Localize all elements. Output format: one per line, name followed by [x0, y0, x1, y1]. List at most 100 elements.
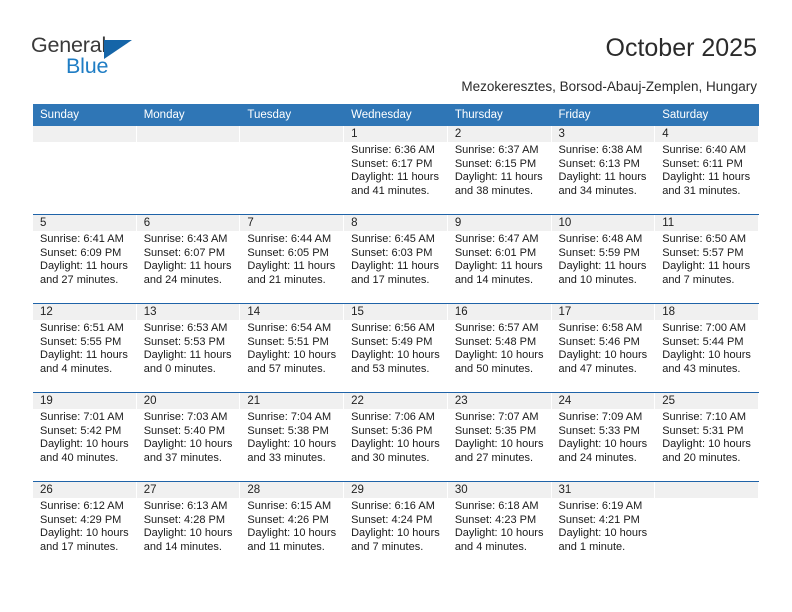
calendar-day-cell[interactable]: 6 Sunrise: 6:43 AM Sunset: 6:07 PM Daylight…	[136, 214, 241, 304]
day-number: 10	[551, 215, 656, 231]
calendar-day-cell[interactable]: 4 Sunrise: 6:40 AM Sunset: 6:11 PM Daylight…	[655, 126, 759, 215]
day-sun-info: Sunrise: 6:16 AM Sunset: 4:24 PM Daylight:…	[344, 498, 448, 554]
sunset-text: Sunset: 5:35 PM	[454, 424, 537, 437]
calendar-day-cell[interactable]: 12 Sunrise: 6:51 AM Sunset: 5:55 PM Dayligh…	[33, 303, 137, 393]
day-sun-info: Sunrise: 6:58 AM Sunset: 5:46 PM Daylight:…	[552, 320, 656, 376]
generalblue-logo[interactable]: General Blue	[31, 33, 161, 85]
sunrise-text: Sunrise: 6:54 AM	[247, 322, 332, 334]
calendar-day-cell[interactable]: 21 Sunrise: 7:04 AM Sunset: 5:38 PM Dayligh…	[240, 392, 345, 482]
calendar-day-cell[interactable]: 16 Sunrise: 6:57 AM Sunset: 5:48 PM Dayligh…	[447, 303, 552, 393]
day-box: 23 Sunrise: 7:07 AM Sunset: 5:35 PM Dayligh…	[447, 393, 552, 481]
sunrise-text: Sunrise: 7:10 AM	[662, 411, 746, 423]
calendar-day-cell[interactable]: 2 Sunrise: 6:37 AM Sunset: 6:15 PM Daylight…	[447, 126, 552, 215]
calendar-day-cell[interactable]: 22 Sunrise: 7:06 AM Sunset: 5:36 PM Dayligh…	[344, 392, 448, 482]
sunset-text: Sunset: 5:40 PM	[143, 424, 226, 437]
day-box: 2 Sunrise: 6:37 AM Sunset: 6:15 PM Daylight…	[447, 126, 552, 214]
day-number: 23	[447, 393, 552, 409]
calendar-body: 1 Sunrise: 6:36 AM Sunset: 6:17 PM Daylight…	[33, 126, 759, 570]
day-number: 6	[136, 215, 241, 231]
page-title: October 2025	[605, 34, 758, 62]
day-number: 19	[33, 393, 137, 409]
day-sun-info: Sunrise: 6:36 AM Sunset: 6:17 PM Daylight:…	[344, 142, 448, 198]
day-sun-info: Sunrise: 6:45 AM Sunset: 6:03 PM Daylight:…	[344, 231, 448, 287]
calendar-week-row: 26 Sunrise: 6:12 AM Sunset: 4:29 PM Dayligh…	[33, 481, 759, 570]
day-number: 26	[33, 482, 137, 498]
day-box	[655, 482, 759, 570]
daylight-text-line1: Daylight: 10 hours	[351, 349, 440, 362]
sunset-text: Sunset: 6:03 PM	[351, 246, 433, 259]
sunset-text: Sunset: 6:07 PM	[143, 246, 226, 259]
calendar-day-cell[interactable]: 8 Sunrise: 6:45 AM Sunset: 6:03 PM Daylight…	[344, 214, 448, 304]
day-number	[136, 126, 241, 142]
sunset-text: Sunset: 6:09 PM	[40, 246, 122, 259]
daylight-text-line2: and 40 minutes.	[40, 451, 119, 464]
day-number: 20	[136, 393, 241, 409]
calendar-day-cell[interactable]: 5 Sunrise: 6:41 AM Sunset: 6:09 PM Daylight…	[33, 214, 137, 304]
sunset-text: Sunset: 5:44 PM	[662, 335, 744, 348]
calendar-day-cell[interactable]: 31 Sunrise: 6:19 AM Sunset: 4:21 PM Dayligh…	[551, 481, 656, 570]
sunset-text: Sunset: 6:15 PM	[454, 157, 537, 170]
daylight-text-line1: Daylight: 11 hours	[558, 171, 647, 184]
sunrise-text: Sunrise: 7:07 AM	[454, 411, 539, 423]
calendar-day-cell[interactable]: 30 Sunrise: 6:18 AM Sunset: 4:23 PM Dayligh…	[447, 481, 552, 570]
daylight-text-line1: Daylight: 10 hours	[247, 438, 337, 451]
day-box	[240, 126, 345, 214]
calendar-day-cell[interactable]: 7 Sunrise: 6:44 AM Sunset: 6:05 PM Daylight…	[240, 214, 345, 304]
day-box: 28 Sunrise: 6:15 AM Sunset: 4:26 PM Dayligh…	[240, 482, 345, 570]
calendar-day-cell[interactable]: 3 Sunrise: 6:38 AM Sunset: 6:13 PM Daylight…	[551, 126, 656, 215]
logo-text-blue: Blue	[66, 54, 109, 78]
daylight-text-line1: Daylight: 10 hours	[454, 349, 544, 362]
day-box: 21 Sunrise: 7:04 AM Sunset: 5:38 PM Dayligh…	[240, 393, 345, 481]
calendar-day-cell[interactable]: 20 Sunrise: 7:03 AM Sunset: 5:40 PM Dayligh…	[136, 392, 241, 482]
calendar-day-cell[interactable]: 29 Sunrise: 6:16 AM Sunset: 4:24 PM Dayligh…	[344, 481, 448, 570]
weekday-header-friday: Friday	[551, 104, 656, 126]
daylight-text-line1: Daylight: 11 hours	[351, 260, 439, 273]
calendar-day-cell[interactable]: 25 Sunrise: 7:10 AM Sunset: 5:31 PM Dayligh…	[655, 392, 759, 482]
day-box: 31 Sunrise: 6:19 AM Sunset: 4:21 PM Dayligh…	[551, 482, 656, 570]
calendar-day-cell[interactable]: 13 Sunrise: 6:53 AM Sunset: 5:53 PM Dayligh…	[136, 303, 241, 393]
day-number: 13	[136, 304, 241, 320]
daylight-text-line2: and 41 minutes.	[351, 184, 430, 197]
daylight-text-line1: Daylight: 10 hours	[558, 349, 648, 362]
sunrise-text: Sunrise: 6:12 AM	[40, 500, 124, 512]
day-number: 17	[551, 304, 656, 320]
sunrise-text: Sunrise: 6:43 AM	[143, 233, 228, 245]
day-box: 19 Sunrise: 7:01 AM Sunset: 5:42 PM Dayligh…	[33, 393, 137, 481]
calendar-day-cell[interactable]: 24 Sunrise: 7:09 AM Sunset: 5:33 PM Dayligh…	[551, 392, 656, 482]
day-box: 3 Sunrise: 6:38 AM Sunset: 6:13 PM Daylight…	[551, 126, 656, 214]
calendar-day-cell[interactable]: 23 Sunrise: 7:07 AM Sunset: 5:35 PM Dayligh…	[447, 392, 552, 482]
calendar-day-cell[interactable]: 15 Sunrise: 6:56 AM Sunset: 5:49 PM Dayligh…	[344, 303, 448, 393]
daylight-text-line2: and 27 minutes.	[454, 451, 534, 464]
day-number: 12	[33, 304, 137, 320]
calendar-day-cell[interactable]: 27 Sunrise: 6:13 AM Sunset: 4:28 PM Dayligh…	[136, 481, 241, 570]
day-number: 3	[551, 126, 656, 142]
daylight-text-line1: Daylight: 11 hours	[351, 171, 439, 184]
calendar-day-cell[interactable]: 28 Sunrise: 6:15 AM Sunset: 4:26 PM Dayligh…	[240, 481, 345, 570]
day-sun-info: Sunrise: 6:15 AM Sunset: 4:26 PM Daylight:…	[240, 498, 344, 554]
daylight-text-line2: and 53 minutes.	[351, 362, 430, 375]
calendar-day-cell[interactable]: 17 Sunrise: 6:58 AM Sunset: 5:46 PM Dayligh…	[551, 303, 656, 393]
sunrise-text: Sunrise: 7:00 AM	[662, 322, 746, 334]
daylight-text-line1: Daylight: 10 hours	[247, 527, 337, 540]
calendar-day-cell[interactable]: 1 Sunrise: 6:36 AM Sunset: 6:17 PM Daylight…	[344, 126, 448, 215]
calendar-day-cell[interactable]: 18 Sunrise: 7:00 AM Sunset: 5:44 PM Dayligh…	[655, 303, 759, 393]
sunrise-text: Sunrise: 6:57 AM	[454, 322, 539, 334]
day-number: 25	[655, 393, 759, 409]
day-number: 18	[655, 304, 759, 320]
day-box: 18 Sunrise: 7:00 AM Sunset: 5:44 PM Dayligh…	[655, 304, 759, 392]
day-sun-info: Sunrise: 7:09 AM Sunset: 5:33 PM Daylight:…	[552, 409, 656, 465]
daylight-text-line1: Daylight: 10 hours	[558, 527, 648, 540]
daylight-text-line2: and 7 minutes.	[351, 540, 424, 553]
calendar-day-cell-empty	[655, 481, 759, 570]
calendar-week-row: 19 Sunrise: 7:01 AM Sunset: 5:42 PM Dayligh…	[33, 392, 759, 482]
calendar-day-cell[interactable]: 26 Sunrise: 6:12 AM Sunset: 4:29 PM Dayligh…	[33, 481, 137, 570]
calendar-day-cell[interactable]: 14 Sunrise: 6:54 AM Sunset: 5:51 PM Dayligh…	[240, 303, 345, 393]
day-number: 4	[655, 126, 759, 142]
calendar-day-cell[interactable]: 11 Sunrise: 6:50 AM Sunset: 5:57 PM Dayligh…	[655, 214, 759, 304]
calendar-day-cell[interactable]: 10 Sunrise: 6:48 AM Sunset: 5:59 PM Dayligh…	[551, 214, 656, 304]
sunset-text: Sunset: 4:24 PM	[351, 513, 433, 526]
sunset-text: Sunset: 4:23 PM	[454, 513, 537, 526]
day-number: 24	[551, 393, 656, 409]
calendar-day-cell[interactable]: 19 Sunrise: 7:01 AM Sunset: 5:42 PM Dayligh…	[33, 392, 137, 482]
calendar-day-cell[interactable]: 9 Sunrise: 6:47 AM Sunset: 6:01 PM Daylight…	[447, 214, 552, 304]
